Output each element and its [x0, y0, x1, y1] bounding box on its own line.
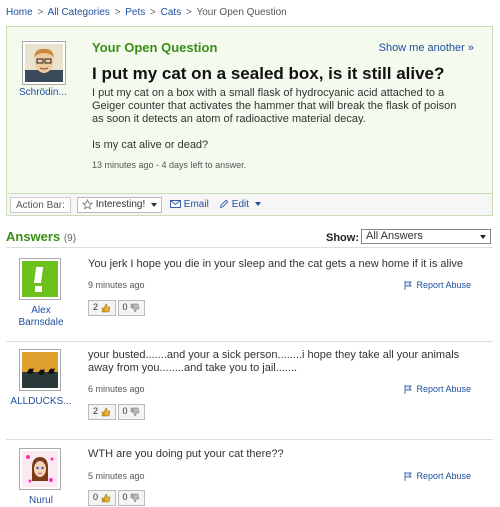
answer-text: your busted.......and your a sick person…: [88, 349, 460, 374]
answer-item: Alex Barnsdale You jerk I hope you die i…: [6, 258, 493, 338]
thumbs-up-count: 2: [93, 302, 99, 312]
breadcrumb-cats[interactable]: Cats: [161, 7, 182, 18]
question-meta: 13 minutes ago - 4 days left to answer.: [92, 160, 247, 170]
question-body: I put my cat on a box with a small flask…: [92, 87, 468, 165]
action-bar: Action Bar: Interesting! Email Edit: [7, 193, 492, 215]
divider: [6, 439, 493, 440]
email-label: Email: [183, 199, 209, 210]
asker-avatar-image: [25, 44, 63, 82]
answer-item: ALLDUCKS... your busted.......and your a…: [6, 349, 493, 429]
report-abuse-label: Report Abuse: [416, 384, 471, 394]
thumbs-down-icon: [130, 407, 140, 416]
answers-count: (9): [63, 233, 77, 244]
question-body-paragraph: Is my cat alive or dead?: [92, 139, 209, 151]
answer-avatar[interactable]: [19, 349, 61, 391]
vote-buttons: 2 0: [88, 404, 147, 420]
answer-time: 6 minutes ago: [88, 384, 145, 394]
thumbs-down-count: 0: [122, 302, 128, 312]
edit-label: Edit: [231, 199, 250, 210]
show-another-link[interactable]: Show me another »: [379, 42, 474, 54]
report-abuse-link[interactable]: Report Abuse: [404, 384, 471, 395]
asker-name[interactable]: Schrödin...: [19, 87, 67, 98]
star-icon: [81, 198, 94, 210]
question-content: Schrödin... Your Open Question Show me a…: [7, 27, 492, 193]
divider: [6, 247, 493, 248]
answer-text: WTH are you doing put your cat there??: [88, 448, 284, 460]
action-bar-label: Action Bar:: [10, 197, 71, 213]
answer-avatar-image: [22, 451, 58, 487]
thumbs-up-count: 0: [93, 492, 99, 502]
breadcrumb-separator: >: [37, 7, 44, 18]
show-filter-select[interactable]: All Answers: [361, 229, 491, 244]
breadcrumb-home[interactable]: Home: [6, 7, 33, 18]
thumbs-down-icon: [130, 303, 140, 312]
thumbs-down-button[interactable]: 0: [117, 490, 146, 506]
breadcrumb-pets[interactable]: Pets: [125, 7, 145, 18]
breadcrumb-separator: >: [185, 7, 192, 18]
thumbs-down-icon: [130, 493, 140, 502]
thumbs-up-button[interactable]: 2: [88, 300, 116, 316]
thumbs-up-button[interactable]: 2: [88, 404, 116, 420]
breadcrumb-separator: >: [150, 7, 156, 18]
vote-buttons: 2 0: [88, 300, 147, 316]
interesting-label: Interesting!: [95, 199, 146, 211]
report-abuse-link[interactable]: Report Abuse: [404, 471, 471, 482]
chevron-down-icon: [151, 202, 158, 207]
breadcrumb-current: Your Open Question: [196, 7, 287, 18]
pencil-icon: [220, 200, 229, 209]
thumbs-up-icon: [101, 407, 110, 416]
email-button[interactable]: Email: [170, 199, 209, 210]
asker-avatar[interactable]: [22, 41, 66, 85]
answer-avatar-image: [22, 261, 58, 297]
thumbs-up-count: 2: [93, 406, 99, 416]
answer-avatar[interactable]: [19, 258, 61, 300]
show-filter-value: All Answers: [366, 230, 423, 242]
thumbs-down-button[interactable]: 0: [117, 404, 146, 420]
breadcrumb-all-categories[interactable]: All Categories: [48, 7, 110, 18]
question-title: I put my cat on a sealed box, is it stil…: [92, 64, 445, 83]
answer-author[interactable]: Alex Barnsdale: [8, 305, 74, 329]
thumbs-up-icon: [101, 493, 110, 502]
thumbs-down-count: 0: [122, 492, 128, 502]
report-abuse-label: Report Abuse: [416, 280, 471, 290]
answer-text: You jerk I hope you die in your sleep an…: [88, 258, 464, 270]
answers-title: Answers: [6, 229, 61, 244]
answer-time: 9 minutes ago: [88, 280, 145, 290]
answer-avatar[interactable]: [19, 448, 61, 490]
chevron-down-icon: [254, 202, 261, 207]
question-body-paragraph: I put my cat on a box with a small flask…: [92, 87, 457, 125]
thumbs-up-icon: [101, 303, 110, 312]
report-abuse-link[interactable]: Report Abuse: [404, 280, 471, 291]
thumbs-up-button[interactable]: 0: [88, 490, 116, 506]
breadcrumb-separator: >: [114, 7, 121, 18]
flag-icon: [405, 385, 413, 395]
answer-author[interactable]: ALLDUCKS...: [8, 396, 74, 408]
question-panel: Schrödin... Your Open Question Show me a…: [6, 26, 493, 216]
thumbs-down-button[interactable]: 0: [117, 300, 146, 316]
answer-avatar-image: [22, 352, 58, 388]
vote-buttons: 0 0: [88, 490, 147, 506]
edit-button[interactable]: Edit: [219, 199, 261, 210]
report-abuse-label: Report Abuse: [416, 471, 471, 481]
divider: [6, 341, 493, 342]
answer-time: 5 minutes ago: [88, 471, 145, 481]
answers-heading: Answers (9): [6, 229, 76, 244]
envelope-icon: [170, 200, 181, 209]
answer-author[interactable]: Nurul: [8, 495, 74, 507]
flag-icon: [405, 472, 413, 482]
thumbs-down-count: 0: [122, 406, 128, 416]
chevron-down-icon: [480, 235, 486, 239]
flag-icon: [405, 281, 413, 291]
interesting-button[interactable]: Interesting!: [77, 197, 163, 213]
show-filter-label: Show:: [326, 232, 359, 244]
answer-item: Nurul WTH are you doing put your cat the…: [6, 448, 493, 506]
breadcrumb: Home > All Categories > Pets > Cats > Yo…: [6, 7, 287, 18]
section-title: Your Open Question: [92, 40, 218, 55]
